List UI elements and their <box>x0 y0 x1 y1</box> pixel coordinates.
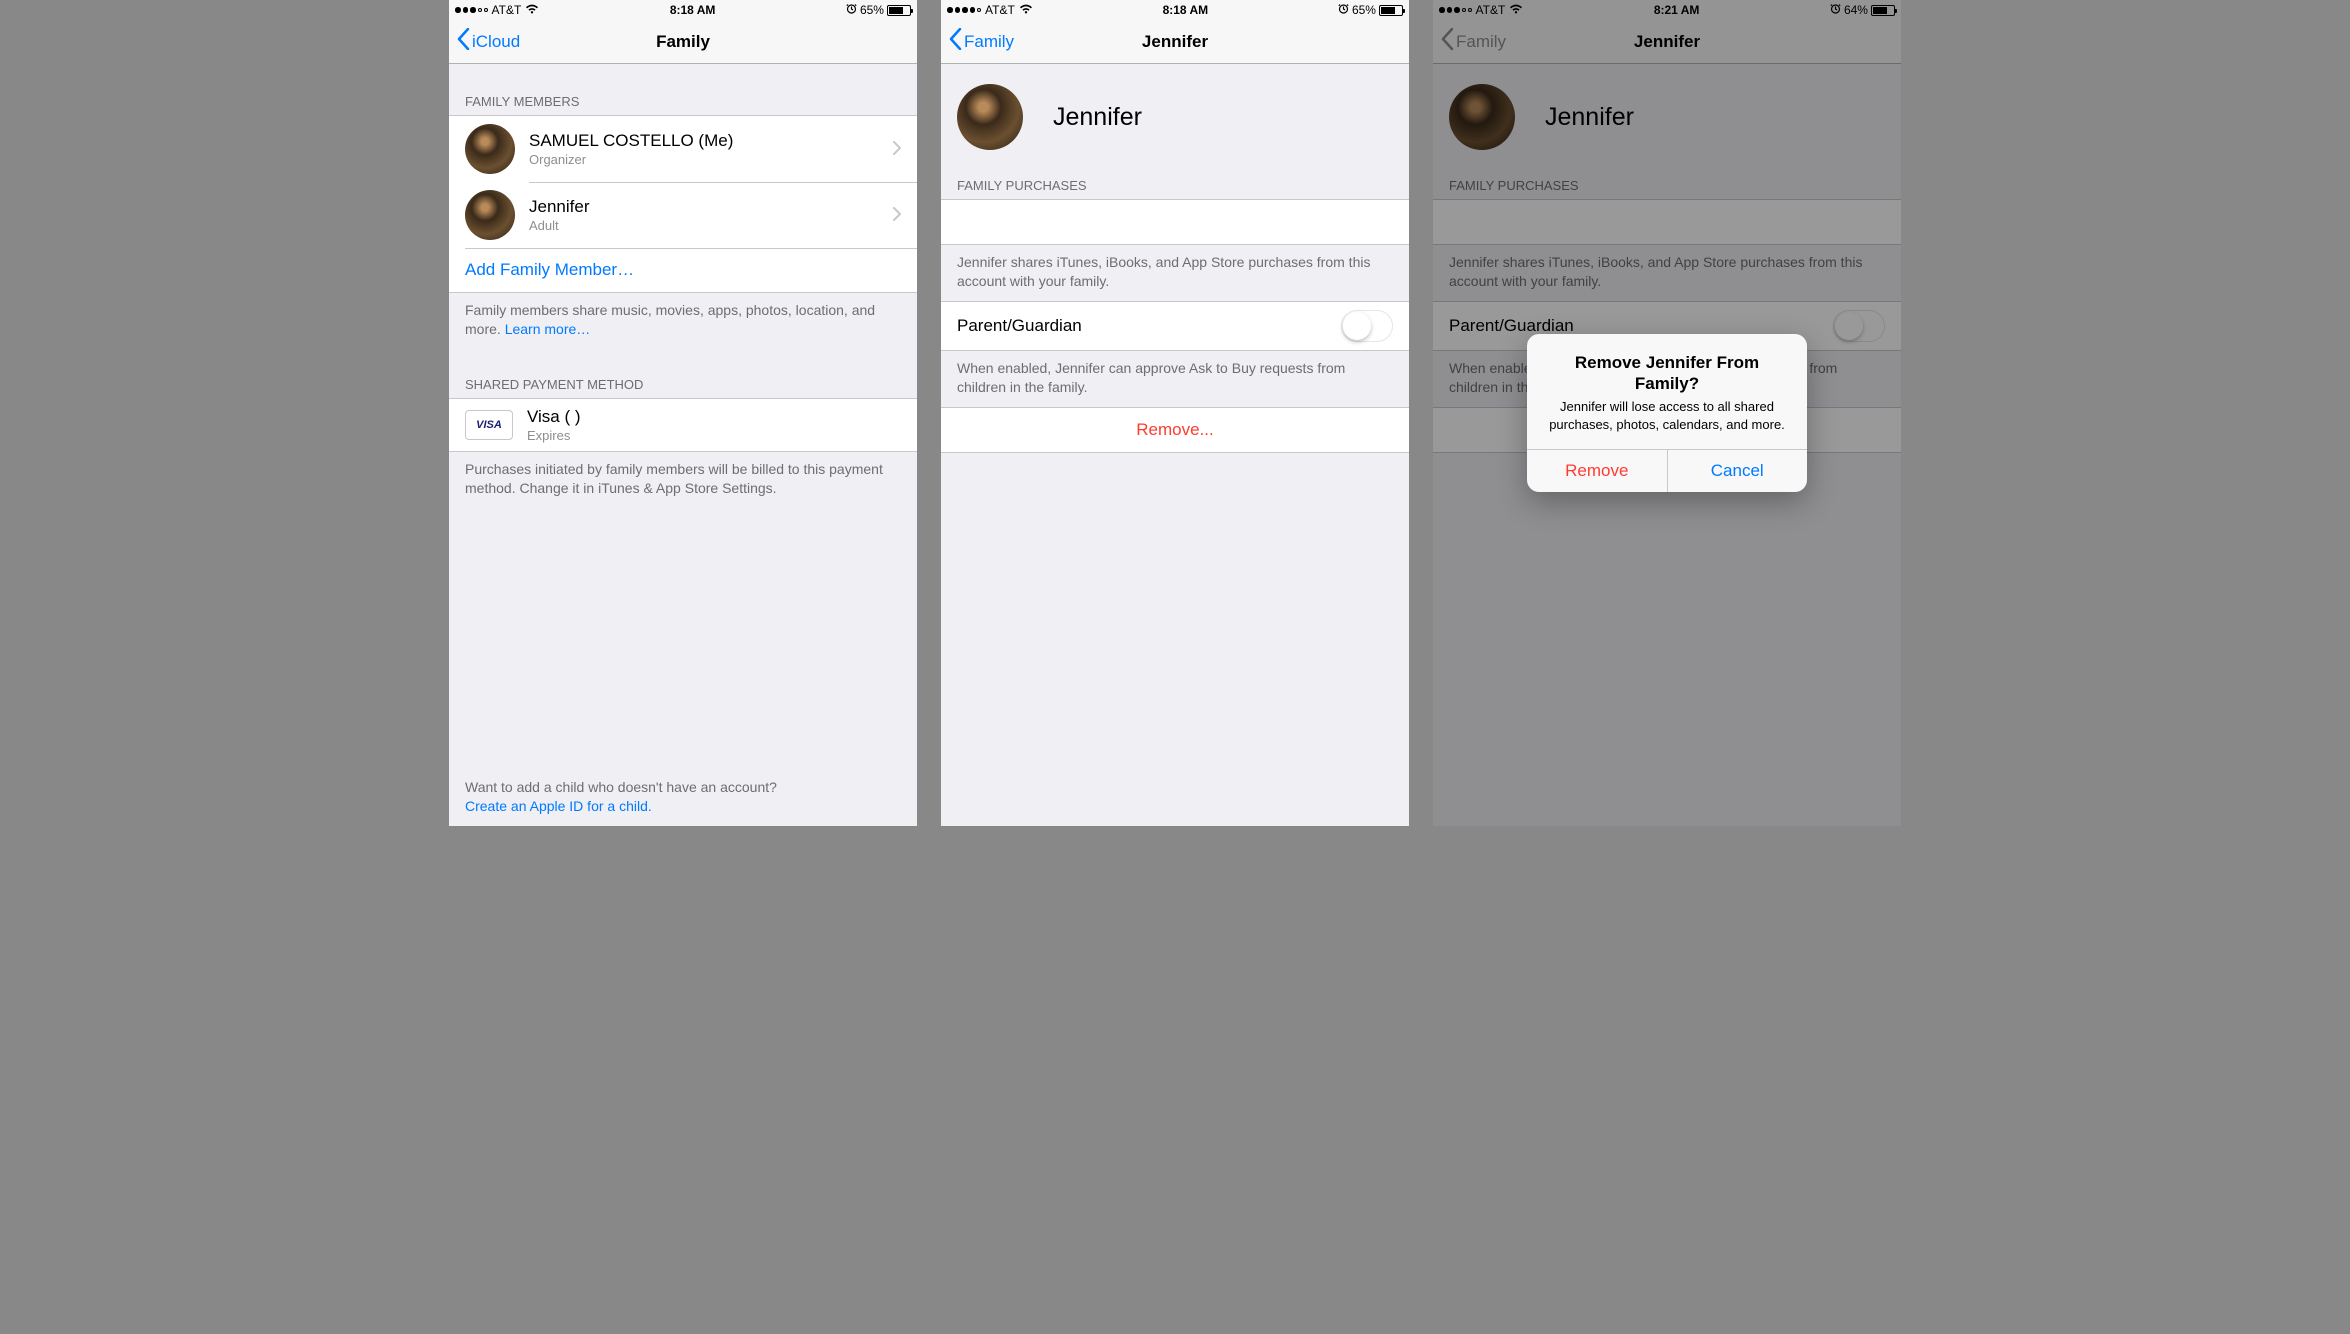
carrier-label: AT&T <box>492 3 522 17</box>
alarm-icon <box>1338 3 1349 17</box>
alert-dialog: Remove Jennifer From Family? Jennifer wi… <box>1527 334 1807 493</box>
avatar <box>465 190 515 240</box>
purchases-row[interactable] <box>941 200 1409 244</box>
member-row[interactable]: Jennifer Adult <box>449 182 917 248</box>
member-name: SAMUEL COSTELLO (Me) <box>529 131 893 151</box>
screen-family: AT&T 8:18 AM 65% iCloud Family FAMILY ME… <box>449 0 917 826</box>
chevron-right-icon <box>893 205 901 226</box>
carrier-label: AT&T <box>985 3 1015 17</box>
chevron-right-icon <box>893 139 901 160</box>
remove-label: Remove... <box>957 420 1393 440</box>
members-footer: Family members share music, movies, apps… <box>449 293 917 349</box>
nav-bar: iCloud Family <box>449 20 917 64</box>
guardian-row[interactable]: Parent/Guardian <box>941 302 1409 350</box>
screen-remove-alert: AT&T 8:21 AM 64% Family Jennifer Jennife… <box>1433 0 1901 826</box>
battery-icon <box>887 5 911 16</box>
wifi-icon <box>1019 4 1033 17</box>
section-header-members: FAMILY MEMBERS <box>449 64 917 115</box>
signal-icon <box>947 7 981 13</box>
status-bar: AT&T 8:18 AM 65% <box>941 0 1409 20</box>
status-time: 8:18 AM <box>1163 3 1209 17</box>
screen-member-detail: AT&T 8:18 AM 65% Family Jennifer Jennife… <box>941 0 1409 826</box>
status-right: 65% <box>1338 3 1403 17</box>
wifi-icon <box>525 4 539 17</box>
guardian-label: Parent/Guardian <box>957 316 1341 336</box>
create-child-id-link[interactable]: Create an Apple ID for a child. <box>465 798 652 814</box>
guardian-footer: When enabled, Jennifer can approve Ask t… <box>941 351 1409 407</box>
back-button[interactable]: Family <box>949 28 1014 56</box>
section-header-purchases: FAMILY PURCHASES <box>941 172 1409 199</box>
modal-overlay: Remove Jennifer From Family? Jennifer wi… <box>1433 0 1901 826</box>
bottom-prompt: Want to add a child who doesn't have an … <box>465 778 901 816</box>
bottom-question: Want to add a child who doesn't have an … <box>465 778 901 797</box>
battery-percent: 65% <box>1352 3 1376 17</box>
card-expires: Expires <box>527 428 901 443</box>
status-left: AT&T <box>947 3 1033 17</box>
avatar <box>957 84 1023 150</box>
battery-icon <box>1379 5 1403 16</box>
card-label: Visa ( ) <box>527 407 901 427</box>
member-name: Jennifer <box>529 197 893 217</box>
add-member-label: Add Family Member… <box>465 260 634 280</box>
payment-group: VISA Visa ( ) Expires <box>449 398 917 452</box>
back-button[interactable]: iCloud <box>457 28 520 56</box>
avatar <box>465 124 515 174</box>
chevron-left-icon <box>949 28 962 56</box>
status-right: 65% <box>846 3 911 17</box>
chevron-left-icon <box>457 28 470 56</box>
guardian-group: Parent/Guardian <box>941 301 1409 351</box>
purchases-footer: Jennifer shares iTunes, iBooks, and App … <box>941 245 1409 301</box>
status-left: AT&T <box>455 3 539 17</box>
status-bar: AT&T 8:18 AM 65% <box>449 0 917 20</box>
purchases-group <box>941 199 1409 245</box>
remove-button[interactable]: Remove... <box>941 408 1409 452</box>
back-label: iCloud <box>472 32 520 52</box>
battery-percent: 65% <box>860 3 884 17</box>
alert-title: Remove Jennifer From Family? <box>1543 352 1791 395</box>
back-label: Family <box>964 32 1014 52</box>
learn-more-link[interactable]: Learn more… <box>505 321 591 337</box>
guardian-switch[interactable] <box>1341 310 1393 342</box>
profile-name: Jennifer <box>1053 103 1142 132</box>
signal-icon <box>455 7 488 13</box>
status-time: 8:18 AM <box>670 3 716 17</box>
payment-row[interactable]: VISA Visa ( ) Expires <box>449 399 917 451</box>
members-group: SAMUEL COSTELLO (Me) Organizer Jennifer … <box>449 115 917 293</box>
alert-remove-button[interactable]: Remove <box>1527 450 1667 492</box>
payment-footer: Purchases initiated by family members wi… <box>449 452 917 508</box>
nav-bar: Family Jennifer <box>941 20 1409 64</box>
alarm-icon <box>846 3 857 17</box>
section-header-payment: SHARED PAYMENT METHOD <box>449 349 917 398</box>
remove-group: Remove... <box>941 407 1409 453</box>
alert-cancel-button[interactable]: Cancel <box>1667 450 1808 492</box>
member-role: Organizer <box>529 152 893 167</box>
add-member-button[interactable]: Add Family Member… <box>449 248 917 292</box>
member-row[interactable]: SAMUEL COSTELLO (Me) Organizer <box>449 116 917 182</box>
member-role: Adult <box>529 218 893 233</box>
card-brand-icon: VISA <box>465 410 513 440</box>
alert-message: Jennifer will lose access to all shared … <box>1543 398 1791 433</box>
profile-block: Jennifer <box>941 64 1409 172</box>
